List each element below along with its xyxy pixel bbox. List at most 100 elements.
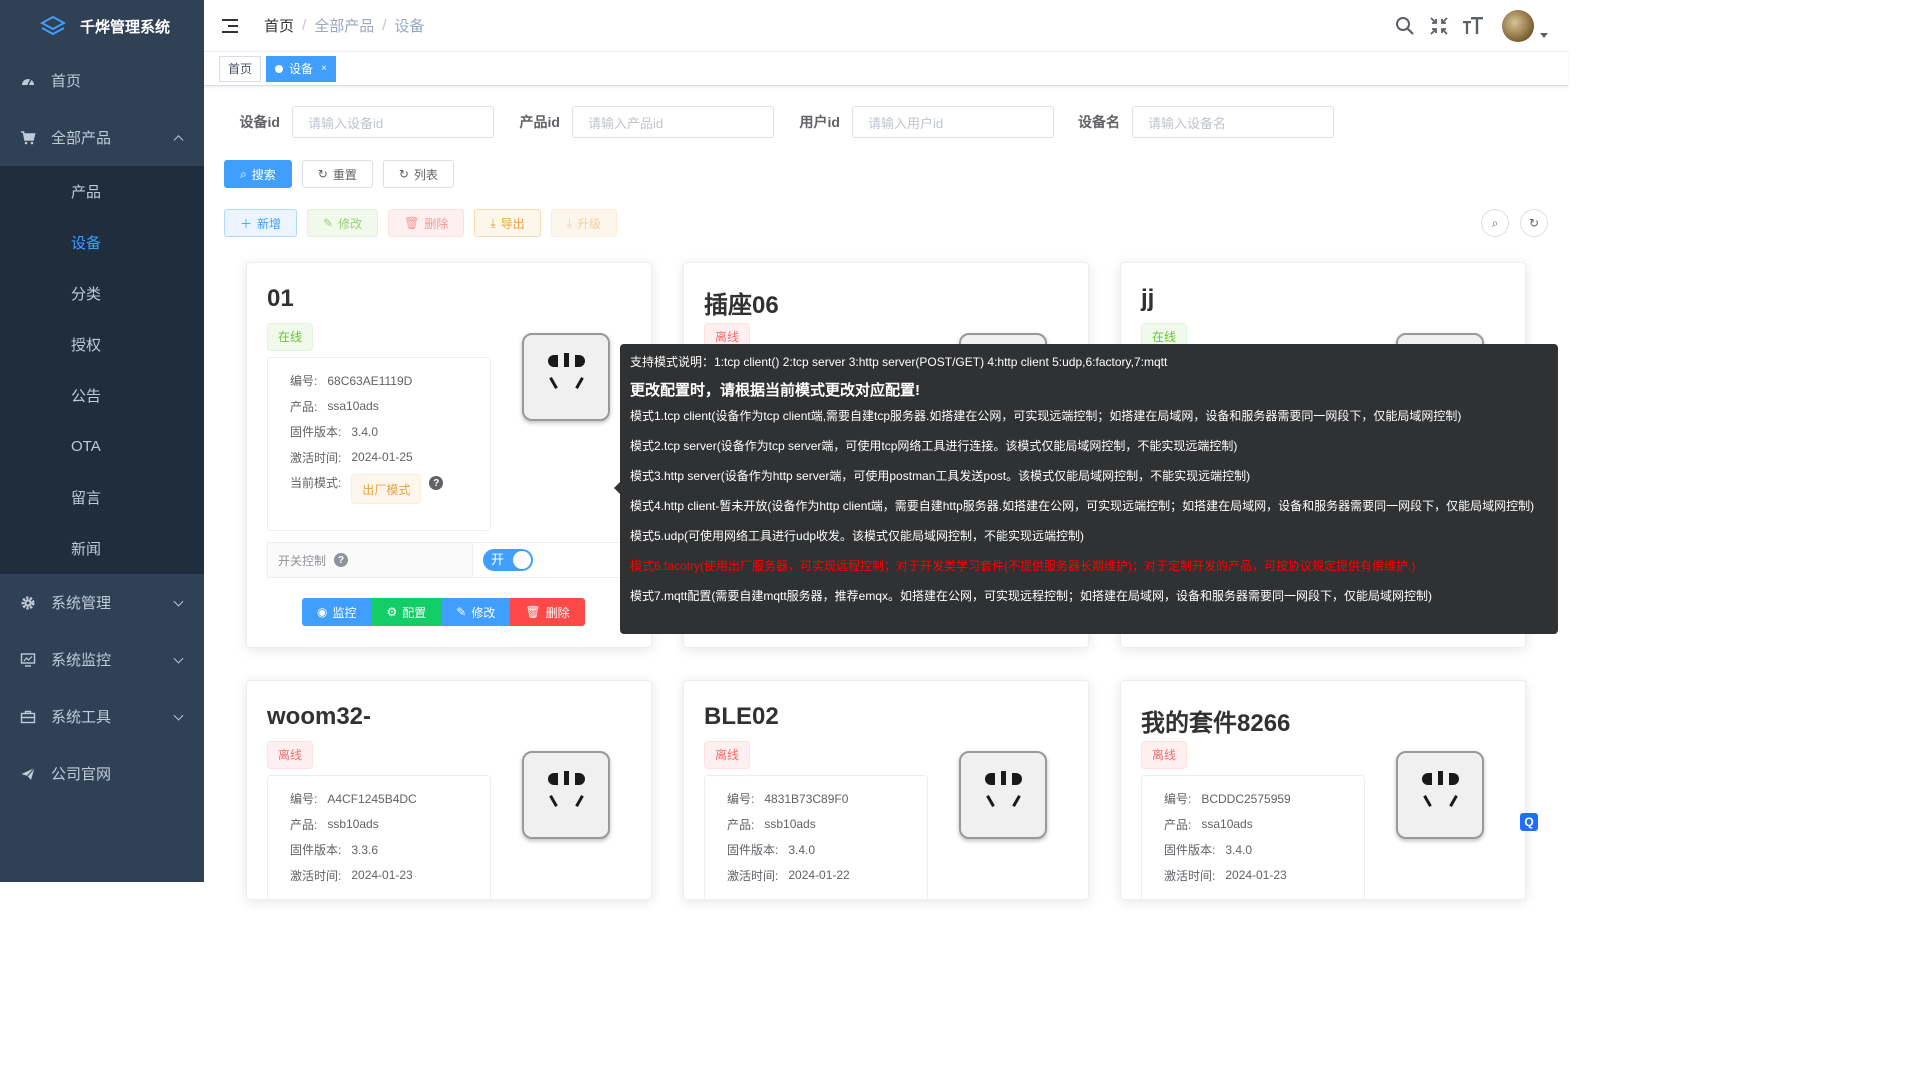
tag-home[interactable]: 首页	[219, 55, 262, 82]
caret-down-icon[interactable]	[1540, 32, 1548, 38]
close-icon[interactable]: ×	[321, 57, 327, 81]
sidebar-item-message[interactable]: 留言	[0, 472, 204, 523]
firmware-value: 3.4.0	[788, 842, 816, 857]
toggle-search-button[interactable]: ⌕	[1481, 209, 1509, 237]
menu-products[interactable]: 全部产品	[0, 109, 204, 166]
gear-icon	[20, 595, 36, 611]
tooltip-heading: 更改配置时，请根据当前模式更改对应配置!	[630, 382, 920, 399]
activated-value: 2024-01-22	[788, 868, 850, 883]
search-button[interactable]: ⌕ 搜索	[224, 160, 292, 188]
edit-button[interactable]: ✎ 修改	[307, 209, 379, 237]
device-card[interactable]: woom32- 离线 编号: A4CF1245B4DC 产品: ssb10ads 固…	[246, 680, 652, 900]
delete-button-label: 删除	[424, 216, 449, 231]
tooltip-arrow	[614, 482, 620, 494]
activated-value: 2024-01-23	[351, 868, 413, 883]
logo[interactable]: 千烨管理系统	[0, 0, 204, 52]
sidebar-item-news[interactable]: 新闻	[0, 523, 204, 574]
product-value: ssb10ads	[327, 817, 379, 832]
device-name[interactable]: 我的套件8266	[1141, 703, 1290, 738]
product-id-input[interactable]: 请输入产品id	[572, 106, 774, 138]
sidebar-item-product[interactable]: 产品	[0, 166, 204, 217]
device-card[interactable]: BLE02 离线 编号: 4831B73C89F0 产品: ssb10ads 固件版…	[683, 680, 1089, 900]
socket-icon	[522, 751, 610, 839]
activated-value: 2024-01-25	[351, 450, 413, 465]
search-buttons: ⌕ 搜索 ↻ 重置 ↻ 列表	[224, 160, 1548, 188]
sidebar: 千烨管理系统 首页 全部产品 产品 设备 分类 授权 公告 OTA 留言 新闻 …	[0, 0, 204, 882]
device-name-input[interactable]: 请输入设备名	[1132, 106, 1334, 138]
device-card[interactable]: 01 在线 编号: 68C63AE1119D 产品: ssa10ads 固件版本: 3…	[246, 262, 652, 648]
user-id-input[interactable]: 请输入用户id	[852, 106, 1054, 138]
menu-system-manage[interactable]: 系统管理	[0, 574, 204, 631]
card-delete-button[interactable]: 🗑 删除	[510, 598, 585, 626]
breadcrumb-products[interactable]: 全部产品	[314, 15, 374, 36]
socket-icon	[1396, 751, 1484, 839]
menu-system-tools[interactable]: 系统工具	[0, 688, 204, 745]
device-name[interactable]: jj	[1141, 285, 1154, 313]
refresh-icon: ↻	[317, 167, 328, 181]
sidebar-item-license[interactable]: 授权	[0, 319, 204, 370]
firmware-value: 3.4.0	[351, 424, 379, 439]
send-icon	[20, 766, 36, 782]
firmware-label: 固件版本:	[290, 425, 342, 440]
power-switch[interactable]: 开	[483, 549, 533, 571]
export-button[interactable]: ⤓ 导出	[474, 209, 541, 237]
monitor-button[interactable]: ◉ 监控	[302, 598, 372, 626]
menu-home[interactable]: 首页	[0, 52, 204, 109]
reset-button-label: 重置	[332, 167, 357, 182]
device-info: 编号: 4831B73C89F0 产品: ssb10ads 固件版本: 3.4.0 激…	[704, 775, 928, 899]
config-button-label: 配置	[402, 605, 427, 620]
tag-device[interactable]: 设备 ×	[266, 55, 336, 82]
socket-icon	[959, 751, 1047, 839]
socket-icon	[522, 333, 610, 421]
refresh-button[interactable]: ↻	[1520, 209, 1548, 237]
serial-label: 编号:	[290, 374, 318, 389]
activated-label: 激活时间:	[1164, 868, 1216, 883]
product-label: 产品:	[290, 399, 318, 414]
list-button[interactable]: ↻ 列表	[382, 160, 454, 188]
sidebar-item-ota[interactable]: OTA	[0, 421, 204, 472]
device-card[interactable]: 我的套件8266 离线 编号: BCDDC2575959 产品: ssa10ads …	[1120, 680, 1526, 900]
sidebar-item-device[interactable]: 设备	[0, 217, 204, 268]
avatar[interactable]	[1502, 10, 1534, 42]
serial-value: 68C63AE1119D	[327, 373, 413, 388]
product-value: ssb10ads	[764, 817, 816, 832]
serial-label: 编号:	[727, 792, 755, 807]
reset-button[interactable]: ↻ 重置	[301, 160, 373, 188]
device-name[interactable]: 插座06	[704, 285, 779, 320]
config-button[interactable]: ⚙ 配置	[371, 598, 442, 626]
product-label: 产品:	[1164, 817, 1192, 832]
device-name[interactable]: woom32-	[267, 703, 371, 731]
menu-system-monitor[interactable]: 系统监控	[0, 631, 204, 688]
device-id-input[interactable]: 请输入设备id	[292, 106, 494, 138]
hamburger-icon[interactable]	[222, 18, 240, 34]
serial-value: A4CF1245B4DC	[327, 791, 417, 806]
tag-home-label: 首页	[228, 61, 253, 76]
sidebar-item-notice[interactable]: 公告	[0, 370, 204, 421]
form-item-device-id: 设备id 请输入设备id	[224, 106, 494, 138]
font-size-icon[interactable]	[1462, 15, 1484, 37]
switch-control-row: 开关控制? 开	[267, 542, 651, 578]
activated-label: 激活时间:	[727, 868, 779, 883]
device-info: 编号: 68C63AE1119D 产品: ssa10ads 固件版本: 3.4.0 激…	[267, 357, 491, 531]
help-icon[interactable]: ?	[429, 476, 444, 490]
add-button[interactable]: ＋ 新增	[224, 209, 298, 237]
menu-company-site-label: 公司官网	[51, 766, 112, 783]
sidebar-item-category[interactable]: 分类	[0, 268, 204, 319]
card-edit-button[interactable]: ✎ 修改	[441, 598, 511, 626]
device-name[interactable]: 01	[267, 285, 294, 313]
device-name[interactable]: BLE02	[704, 703, 779, 731]
tooltip-line: 模式5.udp(可使用网络工具进行udp收发。该模式仅能局域网控制，不能实现远端…	[630, 529, 1085, 543]
activated-label: 激活时间:	[290, 868, 342, 883]
form-item-user-id: 用户id 请输入用户id	[784, 106, 1054, 138]
upgrade-button[interactable]: ⤓ 升级	[550, 209, 618, 237]
breadcrumb: 首页 / 全部产品 / 设备	[264, 15, 424, 36]
help-icon[interactable]: ?	[334, 553, 349, 567]
delete-button[interactable]: 🗑 删除	[388, 209, 465, 237]
floating-assistant-icon[interactable]: Q	[1520, 813, 1538, 831]
eye-icon: ◉	[317, 605, 328, 619]
exit-fullscreen-icon[interactable]	[1428, 15, 1450, 37]
search-icon[interactable]	[1394, 15, 1416, 37]
form-item-product-id: 产品id 请输入产品id	[504, 106, 774, 138]
breadcrumb-home[interactable]: 首页	[264, 15, 294, 36]
menu-company-site[interactable]: 公司官网	[0, 745, 204, 802]
